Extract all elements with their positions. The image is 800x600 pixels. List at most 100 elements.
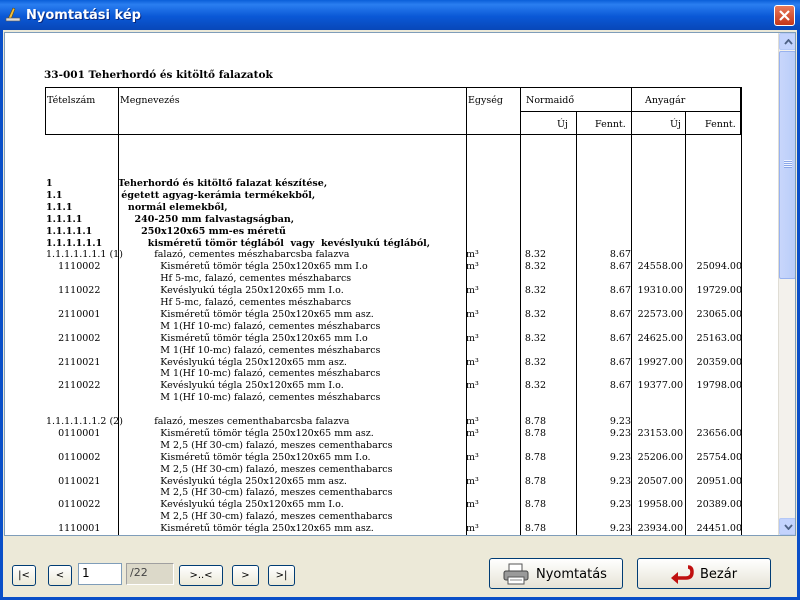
- row-code: 0110001: [46, 427, 101, 439]
- row-anyagar-fennt: 19798.00: [696, 380, 742, 392]
- row-normaido-fennt: 9.23: [609, 499, 631, 511]
- table-row: M 2,5 (Hf 30-cm) falazó, meszes cementha…: [5, 511, 780, 523]
- last-page-button[interactable]: >|: [268, 565, 295, 586]
- table-row: M 1(Hf 10-mc) falazó, cementes mészhabar…: [5, 392, 780, 404]
- row-code: 1.1.1: [46, 201, 73, 213]
- row-anyagar-fennt: 23656.00: [696, 427, 742, 439]
- close-button[interactable]: Bezár: [637, 558, 771, 589]
- row-unit: m³: [466, 475, 479, 487]
- row-anyagar-uj: 24625.00: [637, 332, 683, 344]
- first-page-button[interactable]: |<: [12, 565, 36, 586]
- row-description: M 2,5 (Hf 30-cm) falazó, meszes cementha…: [118, 439, 393, 451]
- arrow-up-icon: [784, 39, 793, 45]
- vertical-scrollbar[interactable]: [778, 33, 795, 535]
- row-description: Kevéslyukú tégla 250x120x65 mm asz.: [118, 475, 347, 487]
- previous-page-button[interactable]: <: [48, 565, 72, 586]
- table-row: 1.1.1.1.1.1.1 (1) falazó, cementes mészh…: [5, 249, 780, 261]
- row-unit: m³: [466, 523, 479, 535]
- header-normaido: Normaidő: [526, 95, 575, 106]
- scroll-up-button[interactable]: [779, 33, 795, 50]
- close-icon: [779, 10, 790, 21]
- row-unit: m³: [466, 249, 479, 261]
- goto-page-button[interactable]: >..<: [179, 565, 223, 586]
- row-description: Hf 5-mc, falazó, cementes mészhabarcs: [118, 297, 352, 308]
- header-uj-normaido: Új: [557, 119, 568, 130]
- row-code: 1.1.1.1.1.1.1 (1): [46, 249, 123, 261]
- title-bar: Nyomtatási kép: [0, 0, 800, 30]
- row-unit: m³: [466, 356, 479, 368]
- row-unit: m³: [466, 380, 479, 392]
- row-normaido-uj: 8.78: [524, 427, 546, 439]
- row-anyagar-uj: 22573.00: [637, 308, 683, 320]
- table-row: 2110022 Kevéslyukú tégla 250x120x65 mm I…: [5, 380, 780, 392]
- row-description: M 2,5 (Hf 30-cm) falazó, meszes cementha…: [118, 487, 393, 499]
- row-normaido-uj: 8.78: [524, 451, 546, 463]
- row-unit: m³: [466, 499, 479, 511]
- row-anyagar-fennt: 25754.00: [696, 451, 742, 463]
- table-row: 1.1.1.1.1.1.2 (2) falazó, meszes cementh…: [5, 416, 780, 428]
- row-unit: m³: [466, 285, 479, 297]
- row-description: égetett agyag-kerámia termékekből,: [118, 189, 316, 201]
- table-row: M 2,5 (Hf 30-cm) falazó, meszes cementha…: [5, 487, 780, 499]
- row-description: Teherhordó és kitöltő falazat készítése,: [118, 178, 328, 189]
- row-normaido-uj: 8.32: [524, 356, 546, 368]
- row-anyagar-fennt: 20951.00: [696, 475, 742, 487]
- print-button-label: Nyomtatás: [536, 567, 607, 582]
- table-row: 0110001 Kisméretű tömör tégla 250x120x65…: [5, 428, 780, 440]
- row-description: 250x120x65 mm-es méretű: [118, 225, 286, 237]
- arrow-down-icon: [784, 524, 793, 530]
- table-row: 0110021 Kevéslyukú tégla 250x120x65 mm a…: [5, 476, 780, 488]
- row-code: 0110022: [46, 499, 101, 511]
- print-button[interactable]: Nyomtatás: [489, 558, 623, 589]
- row-description: Kisméretű tömör tégla 250x120x65 mm I.o: [118, 332, 368, 344]
- header-tetelszam: Tételszám: [47, 95, 96, 106]
- table-row: M 5 (Hf 50-cm) falazó, meszes cementhaba…: [5, 535, 780, 536]
- row-description: M 2,5 (Hf 30-cm) falazó, meszes cementha…: [118, 511, 393, 523]
- navigation-bar: |< < 1 /22 >..< > >| Nyomtatás Bezár: [3, 537, 797, 597]
- scroll-down-button[interactable]: [779, 518, 795, 535]
- row-anyagar-fennt: 20359.00: [696, 356, 742, 368]
- row-anyagar-fennt: 25094.00: [696, 261, 742, 273]
- row-normaido-fennt: 9.23: [609, 427, 631, 439]
- row-code: 2110001: [46, 308, 101, 320]
- row-normaido-fennt: 8.67: [609, 380, 631, 392]
- row-normaido-fennt: 8.67: [609, 308, 631, 320]
- row-code: 2110022: [46, 380, 101, 392]
- row-description: Kevéslyukú tégla 250x120x65 mm I.o.: [118, 499, 344, 511]
- table-row: 2110001 Kisméretű tömör tégla 250x120x65…: [5, 309, 780, 321]
- row-description: M 5 (Hf 50-cm) falazó, meszes cementhaba…: [118, 535, 383, 536]
- row-code: 2110002: [46, 332, 101, 344]
- next-page-button[interactable]: >: [232, 565, 259, 586]
- table-row: M 2,5 (Hf 30-cm) falazó, meszes cementha…: [5, 464, 780, 476]
- row-description: Kisméretű tömör tégla 250x120x65 mm asz.: [118, 308, 374, 320]
- row-anyagar-uj: 19310.00: [637, 285, 683, 297]
- row-code: 1110022: [46, 285, 101, 297]
- table-row: 0110022 Kevéslyukú tégla 250x120x65 mm I…: [5, 499, 780, 511]
- row-normaido-fennt: 8.67: [609, 332, 631, 344]
- table-row: 1.1.1.1.1 250x120x65 mm-es méretű: [5, 226, 780, 238]
- row-anyagar-fennt: 23065.00: [696, 308, 742, 320]
- row-code: 1.1: [46, 189, 63, 201]
- row-anyagar-uj: 19927.00: [637, 356, 683, 368]
- row-anyagar-fennt: 24451.00: [696, 523, 742, 535]
- page-total: /22: [126, 563, 174, 585]
- scroll-thumb[interactable]: [779, 51, 795, 279]
- table-row: 1.1 égetett agyag-kerámia termékekből,: [5, 190, 780, 202]
- header-uj-anyagar: Új: [670, 119, 681, 130]
- printer-icon: [503, 563, 529, 585]
- table-row: 1110002 Kisméretű tömör tégla 250x120x65…: [5, 261, 780, 273]
- window-title: Nyomtatási kép: [26, 8, 141, 23]
- row-code: 1110001: [46, 523, 101, 535]
- row-description: Kevéslyukú tégla 250x120x65 mm I.o.: [118, 380, 344, 392]
- page-number-input[interactable]: 1: [78, 563, 122, 585]
- row-code: 1110002: [46, 261, 101, 273]
- row-normaido-fennt: 9.23: [609, 451, 631, 463]
- table-row: 1110001 Kisméretű tömör tégla 250x120x65…: [5, 523, 780, 535]
- row-unit: m³: [466, 416, 479, 427]
- row-code: 1.1.1.1.1: [46, 225, 93, 237]
- row-description: M 1(Hf 10-mc) falazó, cementes mészhabar…: [118, 344, 381, 356]
- row-description: 240-250 mm falvastagságban,: [118, 213, 295, 225]
- table-row: M 1(Hf 10-mc) falazó, cementes mészhabar…: [5, 321, 780, 333]
- row-description: M 1(Hf 10-mc) falazó, cementes mészhabar…: [118, 368, 381, 380]
- window-close-button[interactable]: [774, 5, 795, 26]
